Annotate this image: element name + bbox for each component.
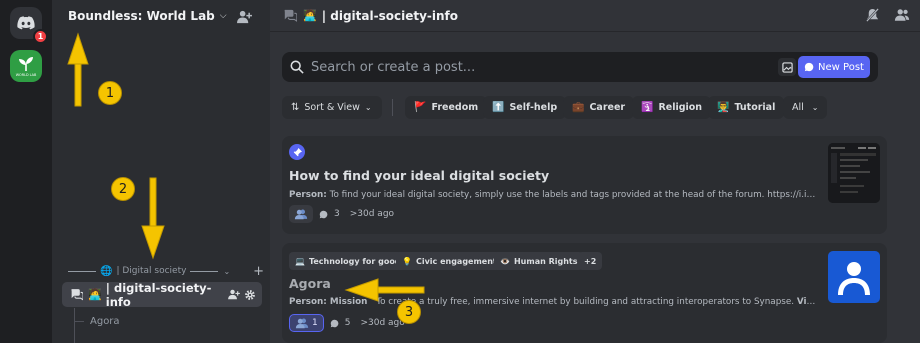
annotation-number-3: 3 — [397, 300, 421, 324]
annotation-arrow-2 — [141, 177, 165, 260]
annotation-arrow-1 — [67, 32, 89, 107]
annotation-number-1: 1 — [98, 81, 122, 105]
annotation-arrows — [67, 32, 425, 302]
annotation-arrow-3 — [344, 278, 425, 302]
annotation-number-2: 2 — [111, 177, 135, 201]
